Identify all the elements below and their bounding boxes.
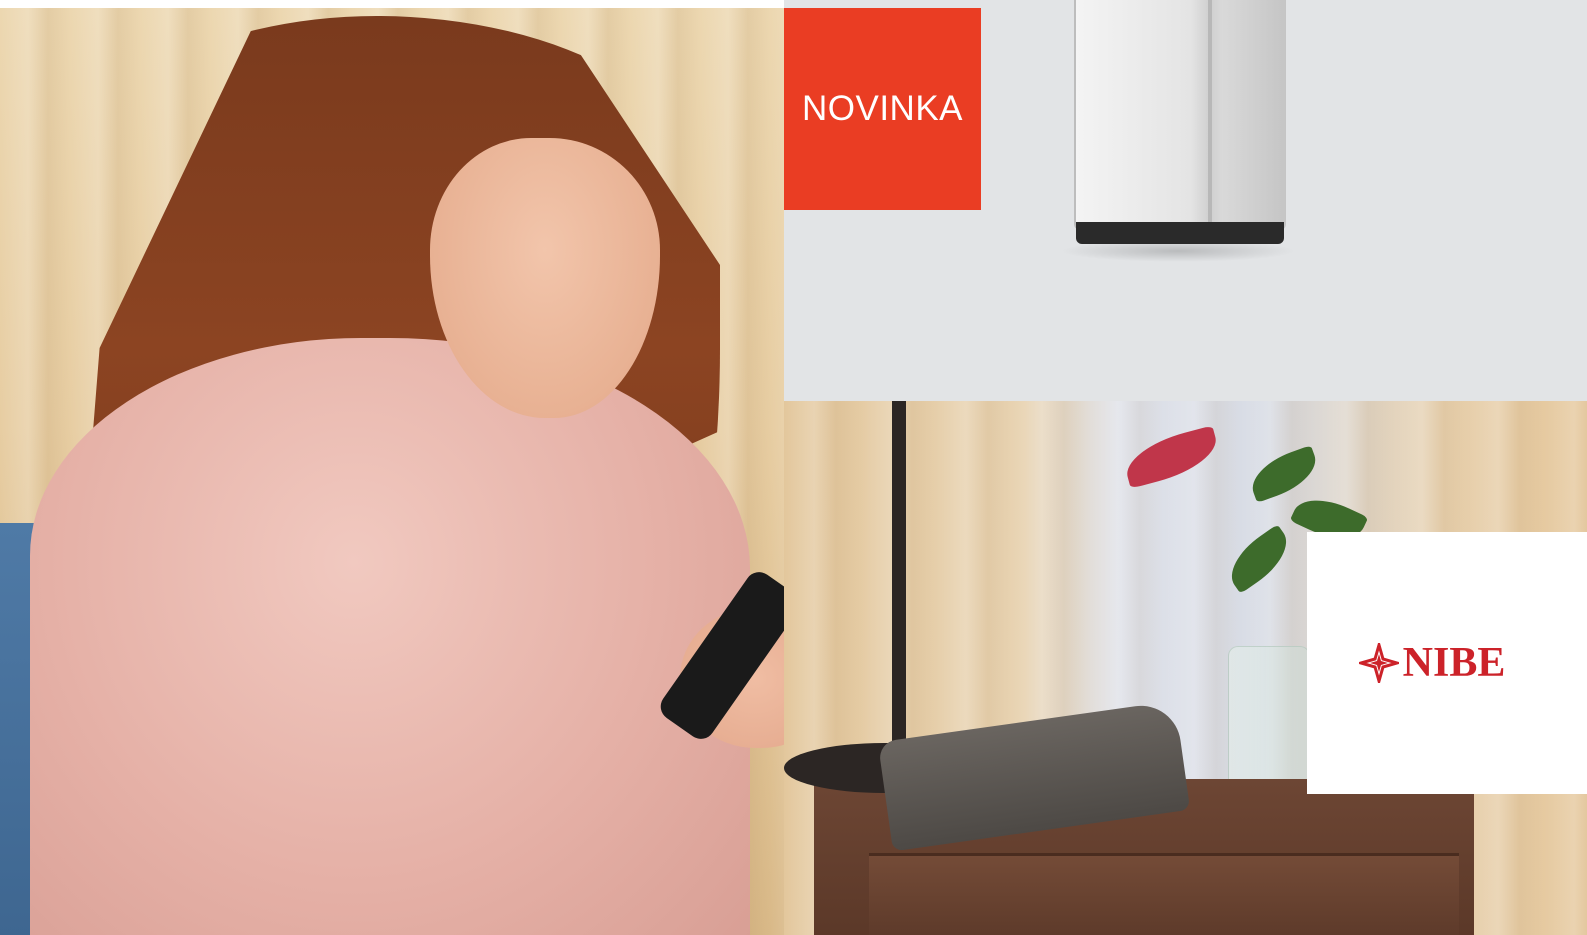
heat-pump-unit [1074,0,1286,230]
glass-vase [1228,646,1310,798]
nibe-logo-tile: NIBE [1307,532,1587,794]
badge-label: NOVINKA [801,89,964,128]
leaf [1220,524,1298,594]
lamp-pole [892,401,906,781]
nibe-star-icon [1358,643,1399,683]
anthurium-flower [1120,425,1223,489]
leaf [1244,445,1324,503]
promo-collage: NOVINKA NIBE [0,0,1587,935]
woman-with-phone-photo [0,8,793,935]
pink-sweater [30,338,750,935]
table-drawer [869,853,1459,935]
brand-name: NIBE [1402,640,1506,686]
nibe-logo: NIBE [1358,640,1506,686]
heat-pump-base [1076,222,1284,244]
novinka-badge: NOVINKA [784,8,981,210]
heat-pump-seam [1208,0,1212,222]
